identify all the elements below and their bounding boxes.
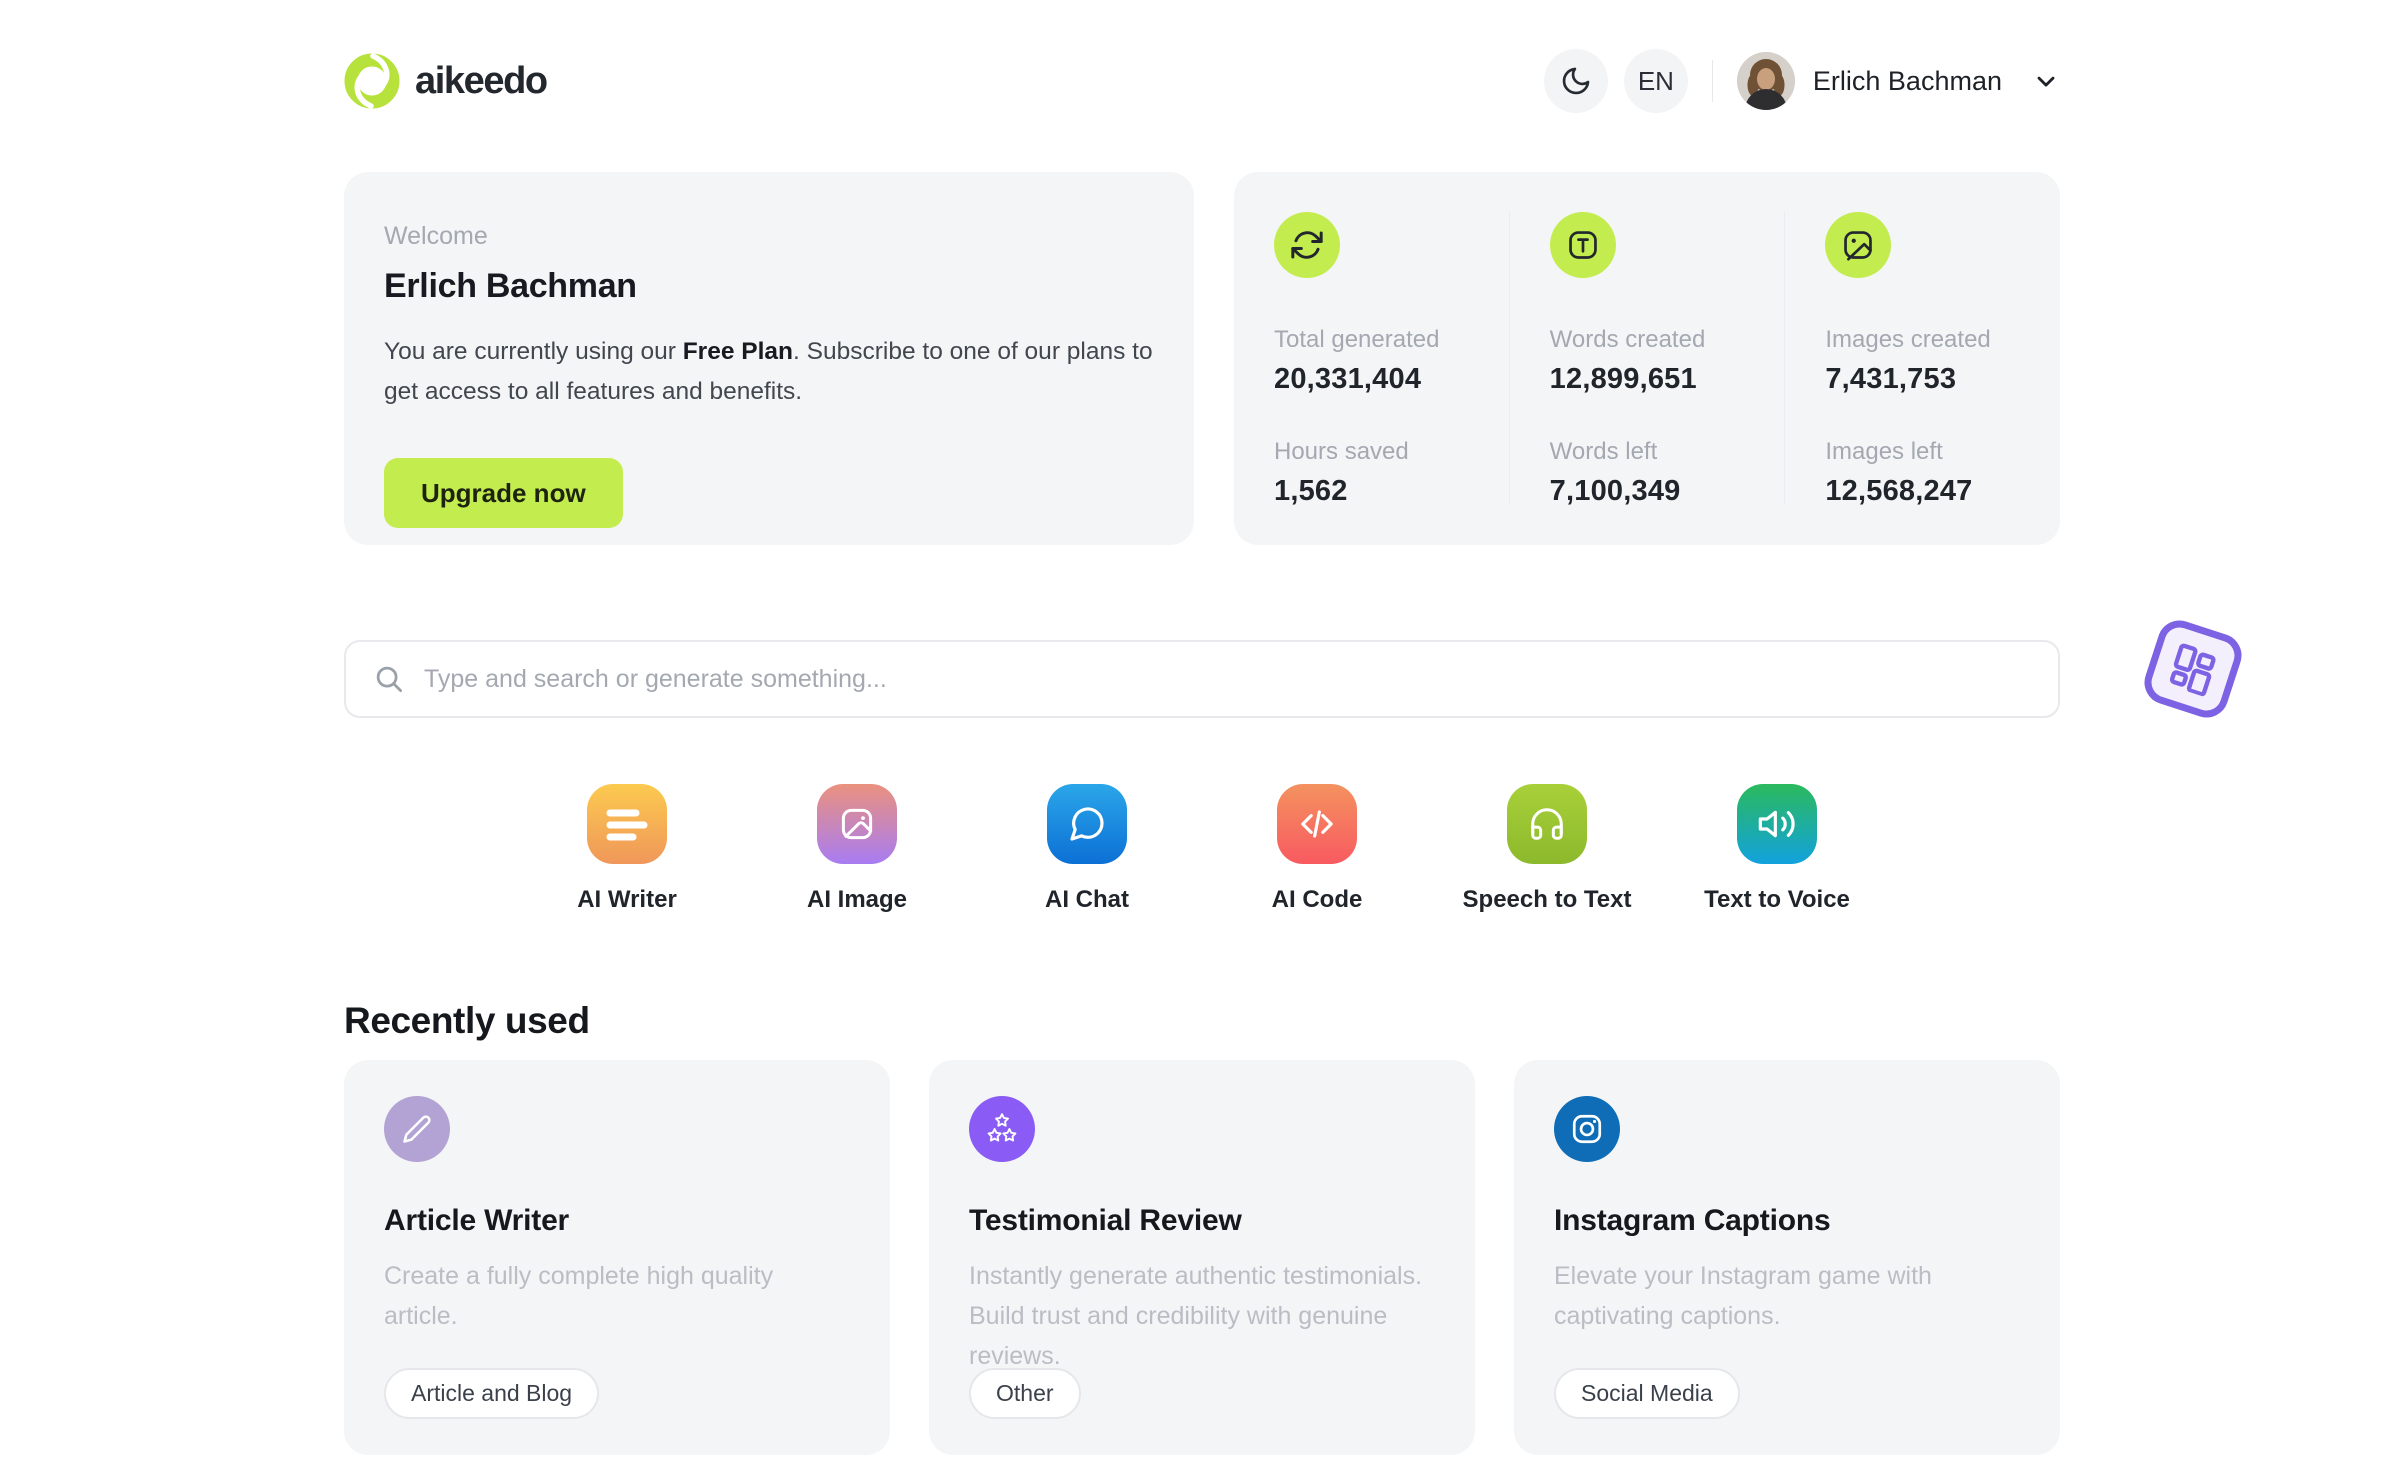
pencil-icon — [384, 1096, 450, 1162]
stat-value: 7,431,753 — [1825, 363, 1957, 395]
upgrade-button[interactable]: Upgrade now — [384, 458, 623, 528]
stats-card: Total generated 20,331,404 Hours saved 1… — [1234, 172, 2060, 545]
category-tag: Other — [969, 1368, 1081, 1419]
user-menu[interactable]: Erlich Bachman — [1736, 52, 2060, 110]
stat-value: 1,562 — [1274, 475, 1348, 507]
stat-label: Words left — [1549, 438, 1658, 465]
tool-ai-code[interactable]: AI Code — [1232, 784, 1402, 914]
stat-images-left: Images left 12,568,247 — [1825, 438, 2060, 508]
avatar — [1736, 52, 1795, 110]
moon-icon — [1560, 65, 1592, 97]
tool-text-to-voice[interactable]: Text to Voice — [1692, 784, 1862, 914]
language-button[interactable]: EN — [1623, 49, 1688, 113]
search-bar — [344, 640, 2060, 718]
brand-name: aikeedo — [415, 59, 548, 102]
stat-label: Images left — [1825, 438, 1943, 465]
stars-icon — [969, 1096, 1035, 1162]
recent-card-title: Testimonial Review — [969, 1204, 1242, 1237]
category-tag: Social Media — [1554, 1368, 1740, 1419]
header: aikeedo EN Erlich Bachman — [344, 48, 2060, 114]
chat-bubble-icon — [1047, 784, 1127, 864]
text-t-icon — [1549, 212, 1616, 278]
tool-label: AI Chat — [1045, 886, 1129, 913]
instagram-icon — [1554, 1096, 1620, 1162]
stat-total-generated: Total generated 20,331,404 — [1274, 326, 1509, 396]
speaker-icon — [1737, 784, 1817, 864]
chevron-down-icon — [2032, 67, 2060, 95]
headphones-icon — [1507, 784, 1587, 864]
stat-hours-saved: Hours saved 1,562 — [1274, 438, 1509, 508]
plan-description: You are currently using our Free Plan. S… — [384, 332, 1154, 412]
stat-value: 7,100,349 — [1549, 475, 1681, 507]
recently-used-heading: Recently used — [344, 1000, 590, 1041]
recent-card-title: Instagram Captions — [1554, 1204, 1831, 1237]
tool-label: Text to Voice — [1704, 886, 1850, 913]
tool-ai-image[interactable]: AI Image — [772, 784, 942, 914]
stat-label: Hours saved — [1274, 438, 1409, 465]
tool-label: AI Image — [806, 886, 908, 913]
sync-icon — [1274, 212, 1340, 278]
code-icon — [1277, 784, 1357, 864]
dashboard-grid-icon — [2138, 614, 2248, 724]
recent-card-instagram-captions[interactable]: Instagram Captions Elevate your Instagra… — [1514, 1060, 2060, 1455]
recent-card-description: Instantly generate authentic testimonial… — [969, 1262, 1423, 1370]
tools-row: AI Writer AI Image AI Chat AI Code Speec… — [344, 784, 2060, 914]
recent-card-description: Elevate your Instagram game with captiva… — [1554, 1262, 1932, 1330]
user-name: Erlich Bachman — [1812, 65, 2002, 96]
tool-label: AI Writer — [577, 886, 677, 913]
welcome-user-name: Erlich Bachman — [384, 267, 637, 305]
stat-column-images: Images created 7,431,753 Images left 12,… — [1784, 212, 2060, 508]
welcome-eyebrow: Welcome — [384, 222, 488, 250]
stat-label: Images created — [1825, 326, 1991, 353]
hero-row: Welcome Erlich Bachman You are currently… — [344, 172, 2060, 545]
category-tag: Article and Blog — [384, 1368, 600, 1419]
welcome-card: Welcome Erlich Bachman You are currently… — [344, 172, 1194, 545]
dark-mode-button[interactable] — [1543, 49, 1608, 113]
image-icon — [1825, 212, 1892, 278]
tool-label: AI Code — [1271, 886, 1363, 913]
recent-card-title: Article Writer — [384, 1204, 570, 1237]
header-actions: EN Erlich Bachman — [1543, 49, 2060, 113]
tool-ai-writer[interactable]: AI Writer — [542, 784, 712, 914]
swirl-logo-icon — [344, 53, 400, 109]
stat-column-words: Words created 12,899,651 Words left 7,10… — [1508, 212, 1785, 508]
tool-label: Speech to Text — [1462, 886, 1632, 913]
stat-value: 20,331,404 — [1274, 363, 1422, 395]
tool-speech-to-text[interactable]: Speech to Text — [1462, 784, 1632, 914]
search-input[interactable] — [422, 663, 2030, 695]
recent-card-article-writer[interactable]: Article Writer Create a fully complete h… — [344, 1060, 890, 1455]
recent-card-testimonial-review[interactable]: Testimonial Review Instantly generate au… — [929, 1060, 1475, 1455]
search-icon — [374, 664, 404, 694]
stat-label: Total generated — [1274, 326, 1440, 353]
recent-card-description: Create a fully complete high quality art… — [384, 1262, 774, 1330]
header-divider — [1711, 60, 1713, 102]
stat-value: 12,899,651 — [1549, 363, 1697, 395]
image-icon — [817, 784, 897, 864]
language-label: EN — [1637, 65, 1674, 96]
stat-value: 12,568,247 — [1825, 475, 1973, 507]
stat-words-created: Words created 12,899,651 — [1550, 326, 1785, 396]
recently-used-grid: Article Writer Create a fully complete h… — [344, 1060, 2060, 1455]
stat-column-generated: Total generated 20,331,404 Hours saved 1… — [1234, 212, 1509, 508]
text-lines-icon — [587, 784, 667, 864]
tool-ai-chat[interactable]: AI Chat — [1002, 784, 1172, 914]
brand-logo[interactable]: aikeedo — [344, 53, 548, 109]
plan-name: Free Plan — [682, 338, 794, 365]
stat-words-left: Words left 7,100,349 — [1550, 438, 1785, 508]
plan-text-prefix: You are currently using our — [384, 338, 683, 365]
stat-label: Words created — [1549, 326, 1706, 353]
stat-images-created: Images created 7,431,753 — [1825, 326, 2060, 396]
